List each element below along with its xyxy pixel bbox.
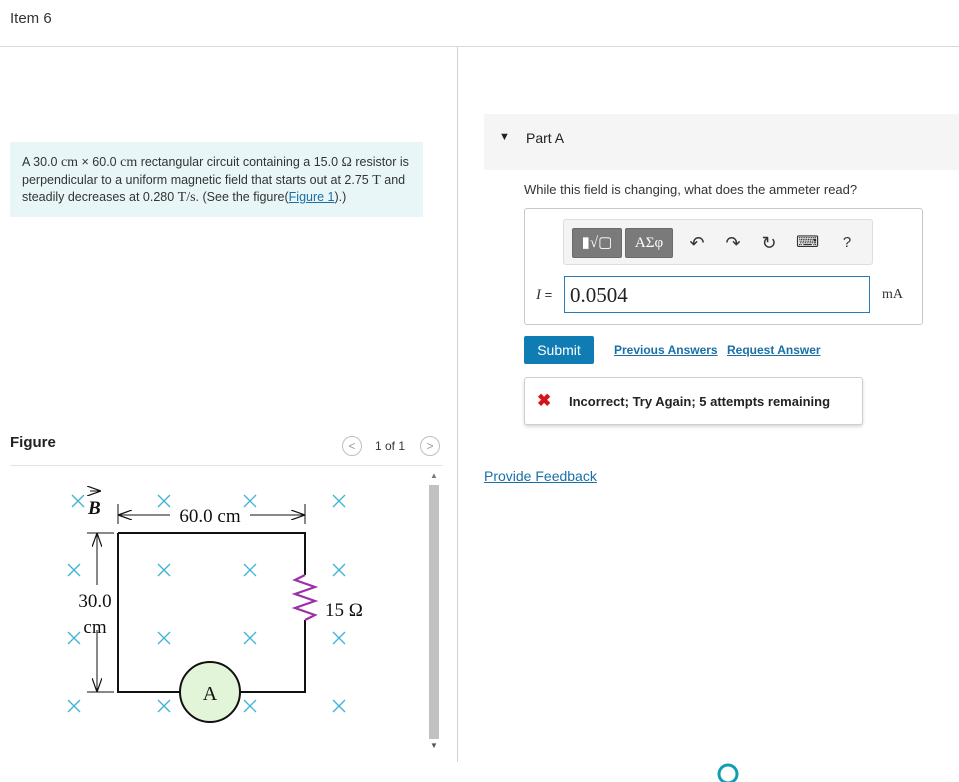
item-title: Item 6 xyxy=(10,10,52,27)
request-answer-link[interactable]: Request Answer xyxy=(727,343,821,357)
scroll-down-arrow-icon[interactable]: ▼ xyxy=(427,740,441,752)
math-toolbar: ▮√▢ ΑΣφ ↶ ↷ ↻ ⌨ ? xyxy=(563,219,873,265)
equals-sign: = xyxy=(541,287,553,302)
unit-label: mA xyxy=(882,287,903,302)
pane-divider xyxy=(457,47,458,762)
problem-text: rectangular circuit containing a 15.0 xyxy=(137,155,342,169)
answer-input[interactable]: 0.0504 xyxy=(564,276,870,313)
chevron-right-icon: > xyxy=(426,439,434,453)
previous-answers-link[interactable]: Previous Answers xyxy=(614,343,718,357)
keyboard-icon[interactable]: ⌨ xyxy=(796,232,819,254)
figure-label: Figure xyxy=(10,434,56,451)
resistor-symbol xyxy=(291,574,319,621)
provide-feedback-link[interactable]: Provide Feedback xyxy=(484,468,597,484)
problem-text: × 60.0 xyxy=(78,155,121,169)
submit-button[interactable]: Submit xyxy=(524,336,594,364)
collapse-caret-icon[interactable]: ▼ xyxy=(499,131,510,143)
figure-counter: 1 of 1 xyxy=(375,439,406,453)
height-value-label: 30.0 xyxy=(78,591,111,612)
circuit-figure: B 60.0 cm 30.0 cm 15 Ω A xyxy=(67,480,365,723)
symbols-button[interactable]: ΑΣφ xyxy=(625,228,673,258)
scroll-up-arrow-icon[interactable]: ▲ xyxy=(427,470,441,482)
figure-link[interactable]: Figure 1 xyxy=(289,190,335,204)
help-icon[interactable]: ? xyxy=(836,232,858,254)
problem-text: . (See the figure( xyxy=(195,190,289,204)
partial-logo-icon xyxy=(717,763,739,782)
chevron-left-icon: < xyxy=(348,439,356,453)
resistance-label: 15 Ω xyxy=(325,600,363,621)
problem-text: A 30.0 xyxy=(22,155,61,169)
b-field-label: B xyxy=(87,498,101,519)
redo-icon[interactable]: ↷ xyxy=(722,232,744,254)
math-unit: cm xyxy=(60,155,79,170)
width-label: 60.0 cm xyxy=(179,506,240,527)
previous-figure-button[interactable]: < xyxy=(342,436,362,456)
math-unit: cm xyxy=(120,155,138,170)
figure-divider xyxy=(10,465,443,466)
feedback-text: Incorrect; Try Again; 5 attempts remaini… xyxy=(569,394,831,409)
figure-scrollbar[interactable]: ▲ ▼ xyxy=(427,470,441,754)
header-divider xyxy=(0,46,959,47)
question-text: While this field is changing, what does … xyxy=(524,182,858,197)
scroll-thumb[interactable] xyxy=(429,485,439,739)
height-unit-label: cm xyxy=(83,617,106,638)
reset-icon[interactable]: ↻ xyxy=(758,232,780,254)
answer-variable-label: I = xyxy=(536,287,552,304)
feedback-message-box: ✖ Incorrect; Try Again; 5 attempts remai… xyxy=(524,377,863,425)
templates-button[interactable]: ▮√▢ xyxy=(572,228,622,258)
problem-statement: A 30.0 cm × 60.0 cm rectangular circuit … xyxy=(10,142,423,217)
undo-icon[interactable]: ↶ xyxy=(686,232,708,254)
math-unit: Ω xyxy=(341,155,352,170)
math-unit: T xyxy=(372,172,381,188)
math-unit: T/s xyxy=(177,190,196,205)
error-x-icon: ✖ xyxy=(537,391,552,410)
part-label[interactable]: Part A xyxy=(526,130,564,146)
ammeter-label: A xyxy=(203,683,218,705)
next-figure-button[interactable]: > xyxy=(420,436,440,456)
problem-text: ).) xyxy=(334,190,347,204)
